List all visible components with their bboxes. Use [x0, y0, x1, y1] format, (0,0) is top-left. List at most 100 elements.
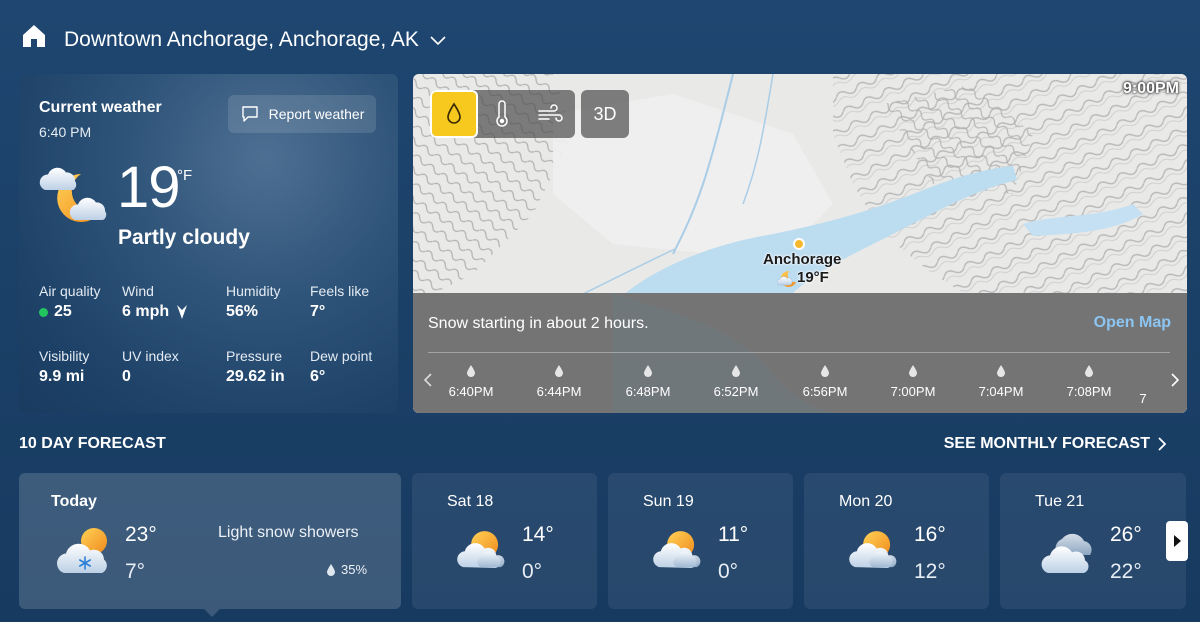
precipitation-timeline-panel: Snow starting in about 2 hours. Open Map…	[413, 293, 1187, 413]
timeline-slot[interactable]: 6:48PM	[616, 365, 680, 399]
timeline-slot[interactable]: 6:40PM	[439, 365, 503, 399]
day-name: Today	[51, 493, 97, 510]
map-city-temperature: 19°F	[797, 269, 829, 286]
day-name: Sun 19	[643, 493, 694, 510]
3d-view-button[interactable]: 3D	[581, 90, 629, 138]
timeline-slot[interactable]: 6:44PM	[527, 365, 591, 399]
timeline-slot[interactable]: 6:56PM	[793, 365, 857, 399]
forecast-title: 10 DAY FORECAST	[19, 435, 166, 452]
metric-label: Feels like	[310, 283, 370, 299]
raindrop-icon	[1085, 365, 1093, 377]
metric-dew-point[interactable]: Dew point 6°	[310, 348, 372, 386]
metric-uv-index[interactable]: UV index 0	[122, 348, 179, 386]
precipitation-message: Snow starting in about 2 hours.	[428, 315, 649, 332]
raindrop-icon	[467, 365, 475, 377]
temperature-icon[interactable]	[478, 90, 526, 138]
metric-value: 6°	[310, 368, 326, 385]
current-temperature: 19	[117, 155, 181, 220]
partly-sunny-icon	[846, 527, 900, 573]
current-weather-time: 6:40 PM	[39, 124, 92, 140]
metric-label: Visibility	[39, 348, 90, 364]
partly-sunny-icon	[454, 527, 508, 573]
timeline-slot[interactable]: 7:04PM	[969, 365, 1033, 399]
day-low-temp: 22°	[1110, 560, 1142, 583]
precipitation-value: 35%	[341, 562, 368, 577]
timeline-time: 7	[1139, 391, 1147, 406]
raindrop-icon	[997, 365, 1005, 377]
metric-air-quality[interactable]: Air quality 25	[39, 283, 100, 321]
forecast-day-card[interactable]: Tue 21 26° 22°	[1000, 473, 1186, 609]
metric-wind[interactable]: Wind 6 mph	[122, 283, 189, 321]
weather-map[interactable]: 9:00PM 3D Anchorage 19°F Snow starting i…	[413, 74, 1187, 413]
chevron-left-icon[interactable]	[423, 372, 433, 388]
timeline-time: 6:52PM	[713, 384, 759, 399]
metric-label: Pressure	[226, 348, 283, 364]
temperature-unit[interactable]: °F	[177, 167, 192, 184]
location-pin-icon	[793, 238, 805, 250]
report-weather-label: Report weather	[268, 106, 365, 122]
day-high-temp: 11°	[718, 523, 749, 546]
location-selector[interactable]: Downtown Anchorage, Anchorage, AK	[64, 28, 447, 52]
wind-direction-icon	[177, 305, 188, 319]
chevron-down-icon	[430, 36, 446, 46]
forecast-day-today[interactable]: Today 23° 7° Light snow showers 35%	[19, 473, 401, 617]
metric-value: 56%	[226, 303, 259, 320]
location-name: Downtown Anchorage, Anchorage, AK	[64, 28, 419, 51]
metric-value: 25	[54, 303, 72, 320]
monthly-forecast-label: SEE MONTHLY FORECAST	[943, 435, 1150, 452]
timeline-time: 6:40PM	[448, 384, 494, 399]
forecast-next-button[interactable]	[1166, 521, 1188, 561]
metric-value: 9.9 mi	[39, 368, 85, 385]
timeline-divider	[428, 352, 1170, 353]
metric-humidity[interactable]: Humidity 56%	[226, 283, 280, 321]
snow-showers-icon	[56, 528, 107, 573]
forecast-day-card[interactable]: Sat 18 14° 0°	[412, 473, 597, 609]
header: Downtown Anchorage, Anchorage, AK	[0, 0, 1200, 74]
timeline-time: 7:00PM	[890, 384, 936, 399]
raindrop-icon	[555, 365, 563, 377]
metric-feels-like[interactable]: Feels like 7°	[310, 283, 369, 321]
current-condition: Partly cloudy	[118, 226, 250, 249]
timeline-slot[interactable]: 6:52PM	[704, 365, 768, 399]
forecast-day-card[interactable]: Mon 20 16° 12°	[804, 473, 989, 609]
day-name: Tue 21	[1035, 493, 1085, 510]
metric-value: 6 mph	[122, 303, 170, 320]
metric-value: 0	[122, 368, 131, 385]
timeline-slot[interactable]: 7:00PM	[881, 365, 945, 399]
aqi-status-dot	[39, 307, 48, 317]
map-timestamp: 9:00PM	[1122, 80, 1179, 97]
timeline-slot[interactable]: 7	[1133, 365, 1153, 406]
wind-icon[interactable]	[526, 90, 574, 138]
day-low-temp: 0°	[522, 560, 543, 583]
day-high-temp: 14°	[522, 523, 554, 546]
raindrop-icon	[909, 365, 917, 377]
timeline-time: 7:04PM	[978, 384, 1024, 399]
chat-bubble-icon	[241, 106, 258, 122]
metric-visibility[interactable]: Visibility 9.9 mi	[39, 348, 89, 386]
selected-indicator	[204, 609, 220, 617]
day-low-temp: 7°	[125, 560, 146, 583]
day-high-temp: 23°	[125, 523, 157, 546]
metric-label: Air quality	[39, 283, 101, 299]
current-weather-title: Current weather	[39, 99, 162, 116]
day-condition: Light snow showers	[218, 524, 359, 541]
metric-pressure[interactable]: Pressure 29.62 in	[226, 348, 285, 386]
raindrop-icon	[327, 563, 335, 576]
metric-label: Humidity	[226, 283, 281, 299]
chevron-right-icon[interactable]	[1170, 372, 1180, 388]
home-icon[interactable]	[20, 22, 48, 50]
timeline-slot[interactable]: 7:08PM	[1057, 365, 1121, 399]
timeline-time: 6:48PM	[625, 384, 671, 399]
metric-value: 29.62 in	[226, 368, 285, 385]
day-low-temp: 0°	[718, 560, 739, 583]
precipitation-icon[interactable]	[430, 90, 478, 138]
raindrop-icon	[732, 365, 740, 377]
forecast-day-card[interactable]: Sun 19 11° 0°	[608, 473, 793, 609]
partly-cloudy-night-icon	[777, 270, 796, 287]
partly-cloudy-night-icon	[37, 160, 109, 230]
raindrop-icon	[821, 365, 829, 377]
see-monthly-forecast-link[interactable]: SEE MONTHLY FORECAST	[944, 435, 1166, 453]
report-weather-button[interactable]: Report weather	[228, 95, 376, 133]
open-map-link[interactable]: Open Map	[1094, 314, 1171, 332]
partly-sunny-icon	[650, 527, 704, 573]
